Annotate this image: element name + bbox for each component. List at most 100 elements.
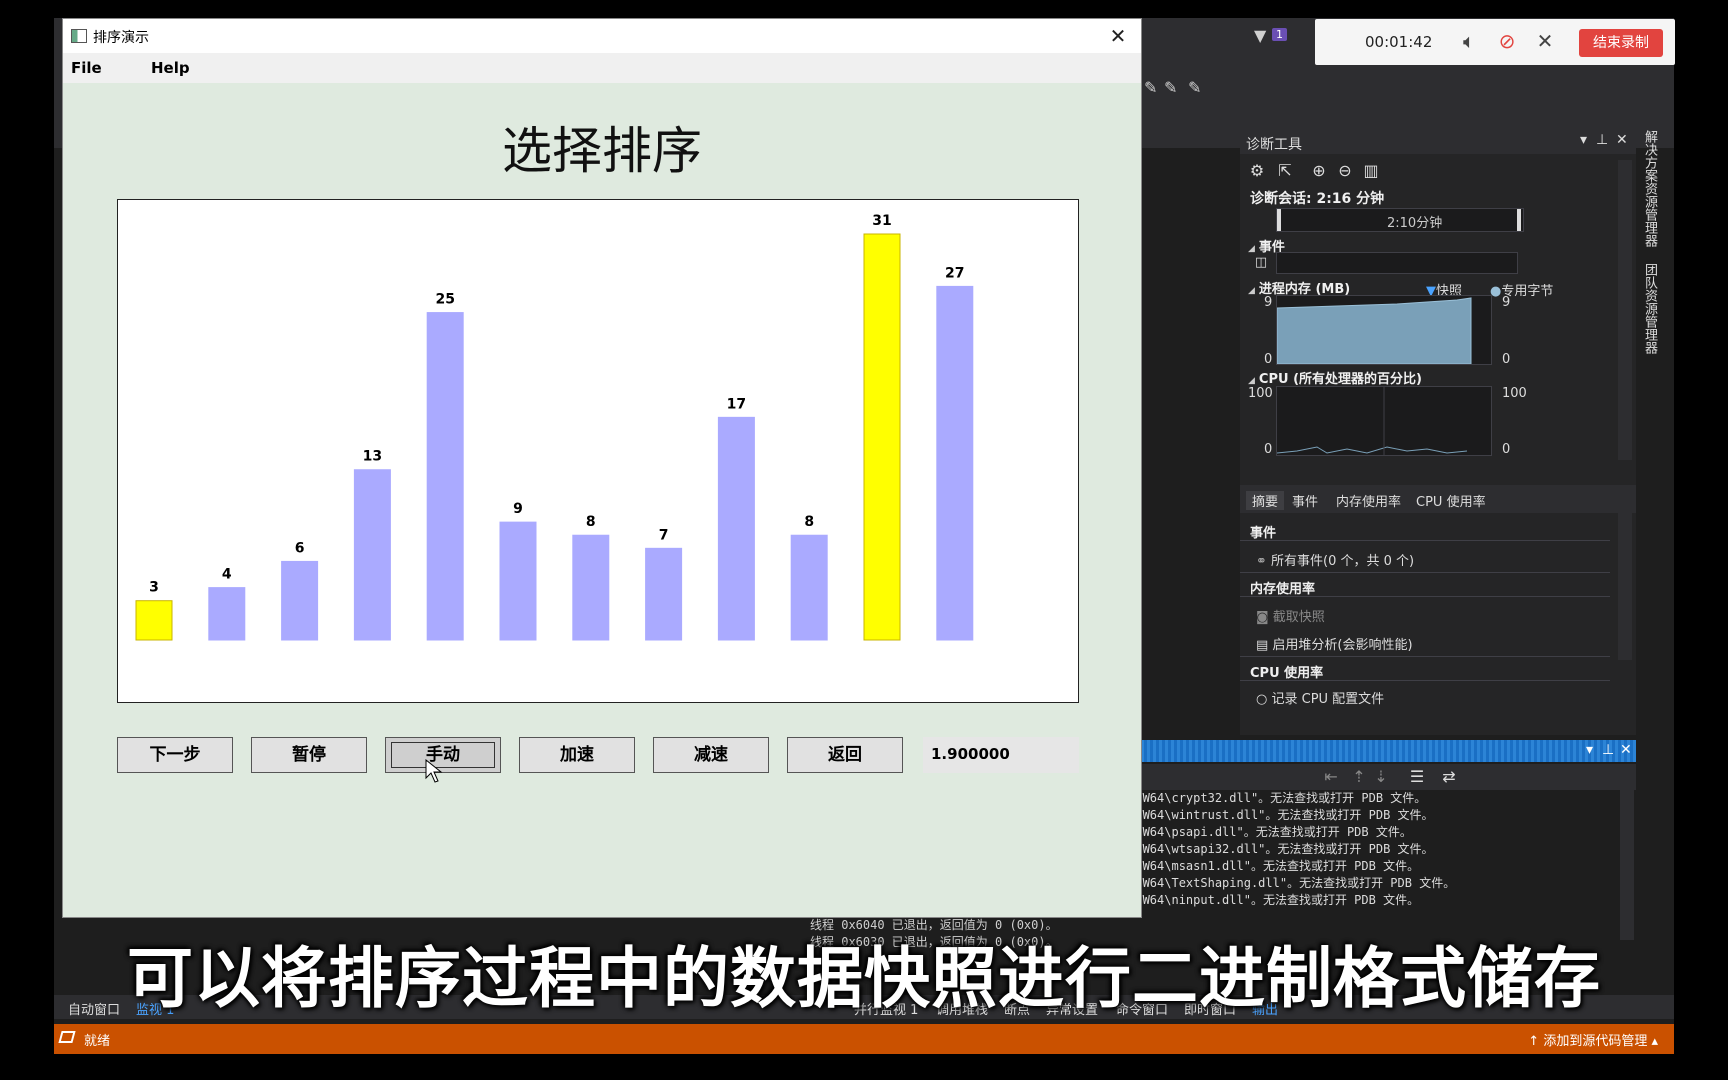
collapse-icon: ◢	[1248, 376, 1255, 386]
take-snapshot-label: 截取快照	[1272, 610, 1325, 625]
bar	[281, 560, 319, 641]
speed-value-field[interactable]: 1.900000	[923, 737, 1079, 773]
diag-scrollbar-top[interactable]	[1618, 160, 1632, 460]
export-icon[interactable]: ⇱	[1274, 160, 1296, 182]
output-scrollbar[interactable]	[1620, 790, 1634, 940]
find-message-icon[interactable]: ⇤	[1320, 766, 1342, 788]
diag-scrollbar-bottom[interactable]	[1618, 510, 1632, 660]
bookmark-icon[interactable]: ✎	[1164, 78, 1177, 97]
window-title: 排序演示	[93, 30, 149, 46]
mic-muted-icon[interactable]: ⊘	[1495, 29, 1519, 53]
bar-value-label: 8	[804, 514, 814, 530]
tab-events[interactable]: 事件	[1292, 491, 1318, 510]
app-icon	[71, 29, 87, 43]
bar-highlighted	[863, 233, 901, 641]
take-snapshot-item[interactable]: ◙ 截取快照	[1256, 606, 1325, 625]
tab-memory[interactable]: 内存使用率	[1336, 491, 1401, 510]
clear-bookmark-icon[interactable]: ✎	[1188, 78, 1201, 97]
heap-icon: ▤	[1256, 638, 1273, 653]
diagnostic-tools-panel: 诊断工具 ▾ ⊥ ✕ ⚙ ⇱ ⊕ ⊖ ▥ 诊断会话: 2:16 分钟 2:10分…	[1240, 130, 1636, 735]
list-memory-head: 内存使用率	[1250, 582, 1316, 597]
next-step-button[interactable]: 下一步	[117, 737, 233, 773]
solution-explorer-tab[interactable]: 解决方案资源管理器	[1640, 130, 1659, 247]
stop-recording-button[interactable]: 结束录制	[1579, 29, 1663, 57]
speed-up-button[interactable]: 加速	[519, 737, 635, 773]
diag-title-bar: 诊断工具 ▾ ⊥ ✕	[1240, 130, 1636, 154]
pin-icon[interactable]: ⊥	[1596, 132, 1608, 148]
pin-icon[interactable]: ✎	[1144, 78, 1157, 97]
all-events-item[interactable]: ⚭ 所有事件(0 个，共 0 个)	[1256, 550, 1414, 569]
events-track	[1276, 252, 1518, 274]
cpu-axis-max-right: 100	[1502, 386, 1527, 401]
record-cpu-item[interactable]: ○ 记录 CPU 配置文件	[1256, 688, 1384, 707]
bar	[572, 534, 610, 641]
bar	[353, 469, 391, 641]
all-events-label: 所有事件(0 个，共 0 个)	[1271, 554, 1415, 569]
zoom-out-icon[interactable]: ⊖	[1334, 160, 1356, 182]
bar-value-label: 8	[586, 514, 596, 530]
cpu-axis-min-left: 0	[1264, 442, 1273, 457]
sort-demo-window: 排序演示 ✕ File Help 选择排序 3 4 6 13 25 9 8 7 17 8 31 27 …	[62, 18, 1142, 918]
team-explorer-tab[interactable]: 团队资源管理器	[1640, 263, 1659, 354]
reset-zoom-icon[interactable]: ▥	[1360, 160, 1382, 182]
slow-down-button[interactable]: 减速	[653, 737, 769, 773]
bar-value-label: 27	[945, 265, 964, 281]
next-message-icon[interactable]: ⇣	[1370, 766, 1392, 788]
video-subtitle: 可以将排序过程中的数据快照进行二进制格式储存	[127, 940, 1601, 1017]
timeline-end-handle[interactable]	[1517, 209, 1521, 231]
prev-message-icon[interactable]: ⇡	[1348, 766, 1370, 788]
close-icon[interactable]: ✕	[1620, 742, 1632, 758]
status-bar: 就绪 ↑ 添加到源代码管理 ▴	[54, 1024, 1674, 1054]
bar	[499, 521, 537, 641]
close-icon[interactable]: ✕	[1616, 132, 1628, 148]
add-to-source-control[interactable]: ↑ 添加到源代码管理 ▴	[1528, 1030, 1658, 1049]
tab-summary[interactable]: 摘要	[1246, 491, 1285, 510]
mouse-cursor-icon	[425, 759, 443, 783]
output-text[interactable]: s\SysWOW64\crypt32.dll"。无法查找或打开 PDB 文件。 …	[1090, 790, 1636, 940]
bar-value-label: 17	[727, 396, 746, 412]
timeline-start-handle[interactable]	[1277, 209, 1281, 231]
filter-badge: 1	[1272, 28, 1287, 41]
close-icon[interactable]: ✕	[1533, 29, 1557, 53]
timeline-ruler[interactable]: 2:10分钟	[1276, 208, 1524, 232]
bar-value-label: 3	[149, 580, 159, 596]
mem-axis-max-right: 9	[1502, 295, 1511, 310]
bar-highlighted	[135, 600, 173, 641]
back-button[interactable]: 返回	[787, 737, 903, 773]
dropdown-icon[interactable]: ▾	[1580, 132, 1587, 148]
bar	[790, 534, 828, 641]
diag-tabs: 摘要 事件 内存使用率 CPU 使用率	[1240, 485, 1636, 513]
gear-icon[interactable]: ⚙	[1246, 160, 1268, 182]
bar	[208, 587, 246, 641]
menu-file[interactable]: File	[71, 59, 102, 77]
heap-profiling-item[interactable]: ▤ 启用堆分析(会影响性能)	[1256, 634, 1413, 653]
zoom-in-icon[interactable]: ⊕	[1308, 160, 1330, 182]
speaker-icon[interactable]: 🔈︎	[1457, 29, 1481, 53]
screen-recorder-bar: 00:01:42 🔈︎ ⊘ ✕ 结束录制	[1315, 19, 1675, 65]
cpu-section-head[interactable]: ◢ CPU (所有处理器的百分比)	[1248, 368, 1422, 387]
pin-icon[interactable]: ⊥	[1602, 742, 1614, 758]
mem-axis-max-left: 9	[1264, 295, 1273, 310]
menu-help[interactable]: Help	[151, 59, 190, 77]
pause-events-icon[interactable]: ◫	[1250, 252, 1272, 274]
memory-area-graphic	[1276, 297, 1472, 365]
divider	[1240, 680, 1610, 681]
output-toolbar: ⇤ ⇡ ⇣ ☰ ⇄	[1090, 764, 1636, 790]
bar-value-label: 25	[435, 292, 454, 308]
close-button[interactable]: ✕	[1103, 21, 1133, 51]
link-icon: ⚭	[1256, 554, 1272, 569]
cpu-axis-min-right: 0	[1502, 442, 1511, 457]
pause-button[interactable]: 暂停	[251, 737, 367, 773]
bar	[426, 312, 464, 641]
filter-icon[interactable]: ▼	[1254, 26, 1266, 45]
list-events-head: 事件	[1250, 526, 1277, 541]
dropdown-icon[interactable]: ▾	[1586, 742, 1593, 758]
source-control-label: 添加到源代码管理	[1543, 1034, 1648, 1049]
bar-value-label: 6	[295, 540, 305, 556]
bar	[645, 547, 683, 641]
memory-chart	[1276, 295, 1492, 365]
tab-cpu[interactable]: CPU 使用率	[1416, 491, 1486, 510]
clear-all-icon[interactable]: ☰	[1406, 766, 1428, 788]
list-cpu-head: CPU 使用率	[1250, 666, 1324, 681]
word-wrap-icon[interactable]: ⇄	[1438, 766, 1460, 788]
